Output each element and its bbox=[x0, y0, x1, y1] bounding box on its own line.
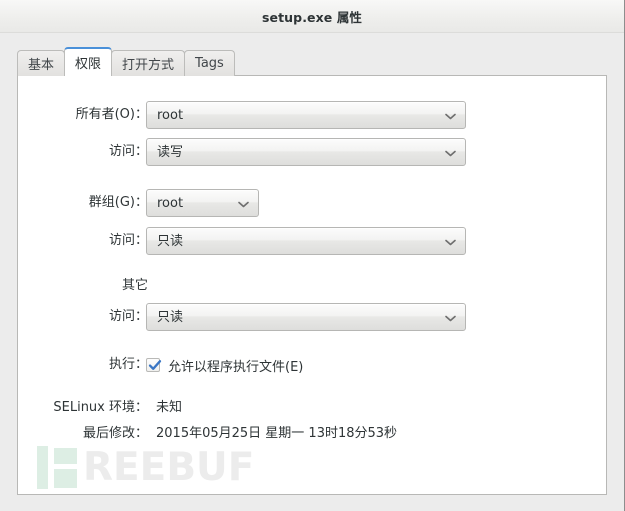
group-access-label: 访问： bbox=[108, 233, 148, 248]
execute-checkbox-group[interactable]: 允许以程序执行文件(E) bbox=[146, 351, 303, 379]
owner-access-value: 读写 bbox=[157, 145, 184, 160]
owner-access-dropdown[interactable]: 读写 bbox=[146, 138, 466, 166]
owner-dropdown[interactable]: root bbox=[146, 101, 466, 129]
chevron-down-icon bbox=[445, 304, 456, 332]
tab-bar: 基本 权限 打开方式 Tags bbox=[17, 47, 235, 76]
check-icon bbox=[148, 360, 162, 370]
owner-access-label: 访问： bbox=[108, 144, 148, 159]
owner-value: root bbox=[157, 108, 184, 123]
freebuf-logo-top-block bbox=[54, 447, 77, 464]
owner-row: 所有者(O)： root bbox=[18, 101, 606, 129]
execute-label: 执行： bbox=[108, 357, 148, 372]
last-modified-label: 最后修改： bbox=[82, 426, 148, 441]
group-dropdown[interactable]: root bbox=[146, 189, 259, 217]
freebuf-watermark: REEBUF bbox=[37, 442, 254, 492]
group-row: 群组(G)： root bbox=[18, 189, 606, 217]
others-access-row: 访问： 只读 bbox=[18, 303, 606, 331]
group-access-row: 访问： 只读 bbox=[18, 227, 606, 255]
group-value: root bbox=[157, 196, 184, 211]
freebuf-logo-bottom-block bbox=[54, 468, 77, 488]
last-modified-row: 最后修改： 2015年05月25日 星期一 13时18分53秒 bbox=[18, 420, 606, 448]
selinux-label: SELinux 环境： bbox=[53, 400, 148, 415]
permissions-panel: 所有者(O)： root 访问： 读写 群组(G)： root 访问： 只读 其… bbox=[17, 75, 607, 495]
chevron-down-icon bbox=[445, 102, 456, 130]
freebuf-watermark-text: REEBUF bbox=[83, 444, 255, 490]
execute-checkbox-label: 允许以程序执行文件(E) bbox=[168, 359, 304, 375]
title-bar: setup.exe 属性 bbox=[0, 0, 624, 33]
group-access-value: 只读 bbox=[157, 234, 184, 249]
others-access-dropdown[interactable]: 只读 bbox=[146, 303, 466, 331]
tab-permissions[interactable]: 权限 bbox=[64, 47, 113, 76]
owner-access-row: 访问： 读写 bbox=[18, 138, 606, 166]
owner-label: 所有者(O)： bbox=[75, 107, 148, 122]
execute-checkbox[interactable] bbox=[146, 358, 162, 372]
group-access-dropdown[interactable]: 只读 bbox=[146, 227, 466, 255]
others-access-label: 访问： bbox=[108, 309, 148, 324]
freebuf-logo-icon bbox=[37, 445, 77, 489]
others-heading: 其它 bbox=[121, 278, 148, 293]
properties-dialog: setup.exe 属性 基本 权限 打开方式 Tags 所有者(O)： roo… bbox=[0, 0, 625, 511]
last-modified-value: 2015年05月25日 星期一 13时18分53秒 bbox=[156, 426, 398, 441]
others-access-value: 只读 bbox=[157, 310, 184, 325]
chevron-down-icon bbox=[445, 228, 456, 256]
freebuf-logo-bar bbox=[37, 445, 48, 489]
tab-open-with[interactable]: 打开方式 bbox=[111, 50, 186, 76]
selinux-row: SELinux 环境： 未知 bbox=[18, 394, 606, 422]
chevron-down-icon bbox=[238, 190, 249, 218]
tab-tags[interactable]: Tags bbox=[184, 50, 235, 76]
group-label: 群组(G)： bbox=[88, 195, 148, 210]
tab-basic[interactable]: 基本 bbox=[17, 50, 66, 76]
window-title: setup.exe 属性 bbox=[261, 10, 363, 25]
others-heading-row: 其它 bbox=[18, 272, 606, 300]
execute-row: 执行： 允许以程序执行文件(E) bbox=[18, 351, 606, 379]
selinux-value: 未知 bbox=[156, 400, 183, 415]
chevron-down-icon bbox=[445, 139, 456, 167]
